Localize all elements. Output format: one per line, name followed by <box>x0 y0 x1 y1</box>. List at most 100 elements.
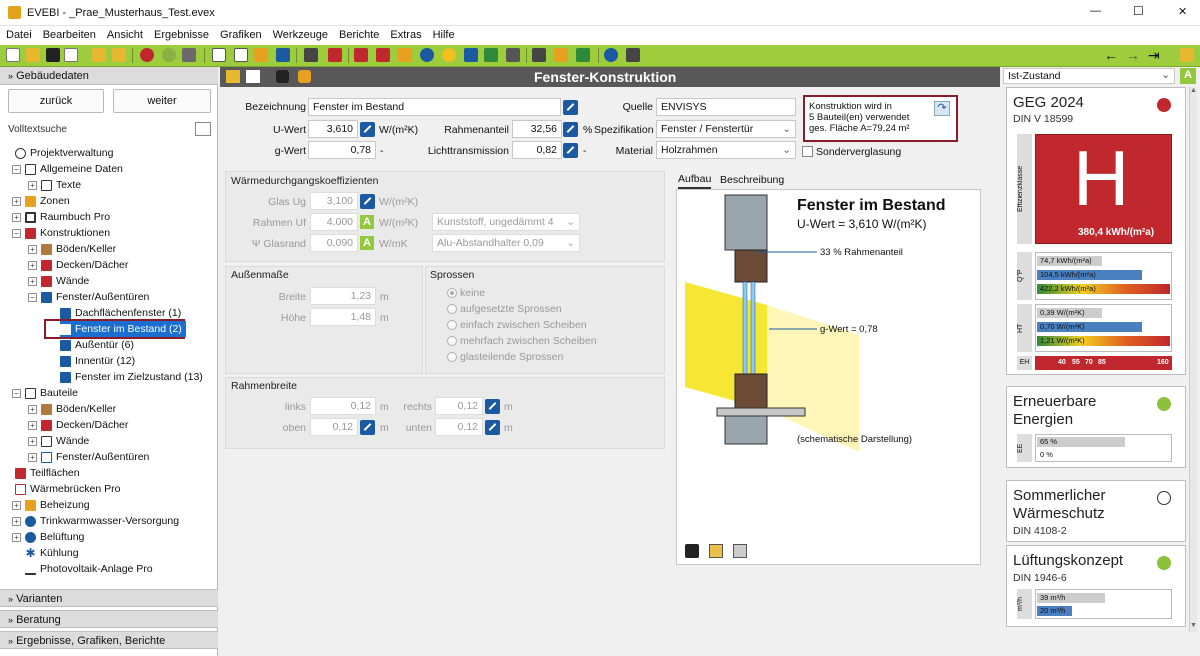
hoehe-field[interactable]: 1,48 <box>310 308 376 326</box>
tree-beheizung[interactable]: + Beheizung <box>12 497 90 513</box>
undo-icon[interactable] <box>140 48 154 62</box>
right-scrollbar[interactable]: ▲ ▼ <box>1189 87 1197 632</box>
edit-rahmenanteil-icon[interactable] <box>563 122 578 137</box>
chart-icon[interactable] <box>576 48 590 62</box>
save-icon[interactable] <box>46 48 60 62</box>
calc-icon[interactable] <box>532 48 546 62</box>
tree-waende[interactable]: + Wände <box>28 273 89 289</box>
breite-field[interactable]: 1,23 <box>310 287 376 305</box>
geg-card[interactable]: GEG 2024 DIN V 18599 Effizienzklasse H 3… <box>1006 87 1186 375</box>
tree-fenster-im-zielzustand[interactable]: Fenster im Zielzustand (13) <box>60 369 203 385</box>
menu-berichte[interactable]: Berichte <box>333 26 384 41</box>
filter-icon[interactable] <box>195 122 211 136</box>
roof-icon[interactable] <box>354 48 368 62</box>
maximize-button[interactable]: ☐ <box>1133 4 1144 18</box>
expand-icon[interactable]: + <box>28 404 37 414</box>
graph-icon[interactable] <box>1180 48 1194 62</box>
tree-boeden-keller[interactable]: + Böden/Keller <box>28 241 116 257</box>
tree-projektverwaltung[interactable]: Projektverwaltung <box>15 145 113 161</box>
battery-icon[interactable] <box>626 48 640 62</box>
abstandhalter-select[interactable]: Alu-Abstandhalter 0,09 ⌄ <box>432 234 580 252</box>
scroll-down-icon[interactable]: ▼ <box>1190 622 1197 629</box>
back-arrow-icon[interactable]: ← <box>1104 47 1118 63</box>
sprossen-mehrfach[interactable]: mehrfach zwischen Scheiben <box>447 335 597 347</box>
links-field[interactable]: 0,12 <box>310 397 376 415</box>
expand-icon[interactable]: + <box>28 436 37 446</box>
uwert-field[interactable]: 3,610 <box>308 120 358 138</box>
menu-hilfe[interactable]: Hilfe <box>427 26 460 41</box>
window-icon[interactable] <box>398 48 412 62</box>
lk-card[interactable]: Lüftungskonzept DIN 1946-6 m³/h 39 m³/h … <box>1006 545 1186 627</box>
beratung-header[interactable]: » Beratung <box>0 610 218 628</box>
expand-icon[interactable]: + <box>28 452 37 462</box>
tree-belueftung[interactable]: + Belüftung <box>12 529 84 545</box>
expand-icon[interactable]: + <box>28 244 37 254</box>
help-icon[interactable] <box>604 48 618 62</box>
tree-aussentuer[interactable]: Außentür (6) <box>60 337 134 353</box>
tab-aufbau[interactable]: Aufbau <box>678 173 712 189</box>
forward-button[interactable]: weiter <box>113 89 211 113</box>
menu-ergebnisse[interactable]: Ergebnisse <box>148 26 214 41</box>
copy-drawing-icon[interactable] <box>709 544 723 558</box>
rahmen-type-select[interactable]: Kunststoff, ungedämmt 4 ⌄ <box>432 213 580 231</box>
state-select[interactable]: Ist-Zustand ⌄ <box>1003 68 1175 84</box>
save-drawing-icon[interactable] <box>685 544 699 558</box>
tree-fenster-aussentueren[interactable]: − Fenster/Außentüren <box>28 289 149 305</box>
sonder-checkbox[interactable] <box>802 146 813 157</box>
goto-icon[interactable]: ⇥ <box>1148 47 1160 64</box>
ruler-icon[interactable] <box>328 48 342 62</box>
tab-beschreibung[interactable]: Beschreibung <box>720 174 784 186</box>
edit-bezeichnung-icon[interactable] <box>563 100 578 115</box>
auto-glasrand-icon[interactable]: A <box>360 236 374 250</box>
glas-ug-field[interactable]: 3,100 <box>310 192 358 210</box>
gwert-field[interactable]: 0,78 <box>308 141 376 159</box>
building-icon[interactable] <box>212 48 226 62</box>
expand-icon[interactable]: + <box>28 420 37 430</box>
auto-calc-icon[interactable]: A <box>1180 68 1196 84</box>
expand-icon[interactable]: + <box>28 276 37 286</box>
forward-arrow-icon[interactable]: → <box>1126 47 1140 63</box>
heating-icon[interactable] <box>420 48 434 62</box>
expand-icon[interactable]: + <box>12 196 21 206</box>
unten-field[interactable]: 0,12 <box>435 418 483 436</box>
tool-sort-icon[interactable] <box>226 70 240 83</box>
edit-licht-icon[interactable] <box>563 143 578 158</box>
collapse-icon[interactable]: − <box>12 164 21 174</box>
wall-icon[interactable] <box>376 48 390 62</box>
copy-icon[interactable] <box>64 48 78 62</box>
tree-bauteile-decken[interactable]: + Decken/Dächer <box>28 417 128 433</box>
sun-icon[interactable] <box>442 48 456 62</box>
scroll-up-icon[interactable]: ▲ <box>1190 87 1197 94</box>
house-icon[interactable] <box>484 48 498 62</box>
expand-icon[interactable]: + <box>28 180 37 190</box>
licht-field[interactable]: 0,82 <box>512 141 562 159</box>
back-button[interactable]: zurück <box>8 89 104 113</box>
edit-oben-icon[interactable] <box>360 420 375 435</box>
ee-card[interactable]: Erneuerbare Energien EE 65 % 0 % <box>1006 386 1186 468</box>
tree-allgemeine-daten[interactable]: − Allgemeine Daten <box>12 161 123 177</box>
tree-fenster-im-bestand-selected[interactable]: Fenster im Bestand (2) <box>60 321 186 337</box>
edit-unten-icon[interactable] <box>485 420 500 435</box>
rahmenanteil-field[interactable]: 32,56 <box>512 120 562 138</box>
pv-icon[interactable] <box>506 48 520 62</box>
menu-ansicht[interactable]: Ansicht <box>101 26 148 41</box>
glasrand-field[interactable]: 0,090 <box>310 234 358 252</box>
menu-extras[interactable]: Extras <box>384 26 426 41</box>
menu-bearbeiten[interactable]: Bearbeiten <box>37 26 101 41</box>
tree-icon[interactable] <box>304 48 318 62</box>
quelle-field[interactable]: ENVISYS <box>656 98 796 116</box>
expand-icon[interactable]: + <box>12 516 21 526</box>
auto-uf-icon[interactable]: A <box>360 215 374 229</box>
report-icon[interactable] <box>554 48 568 62</box>
tree-bauteile-waende[interactable]: + Wände <box>28 433 89 449</box>
tree-bauteile[interactable]: − Bauteile <box>12 385 78 401</box>
expand-icon[interactable]: + <box>12 532 21 542</box>
spezifikation-select[interactable]: Fenster / Fenstertür ⌄ <box>656 120 796 138</box>
collapse-icon[interactable]: − <box>12 228 21 238</box>
export-icon[interactable] <box>112 48 126 62</box>
varianten-header[interactable]: » Varianten <box>0 589 218 607</box>
sprossen-aufgesetzt[interactable]: aufgesetzte Sprossen <box>447 303 562 315</box>
rahmen-uf-field[interactable]: 4,000 <box>310 213 358 231</box>
print-drawing-icon[interactable] <box>733 544 747 558</box>
sprossen-keine[interactable]: keine <box>447 287 485 299</box>
